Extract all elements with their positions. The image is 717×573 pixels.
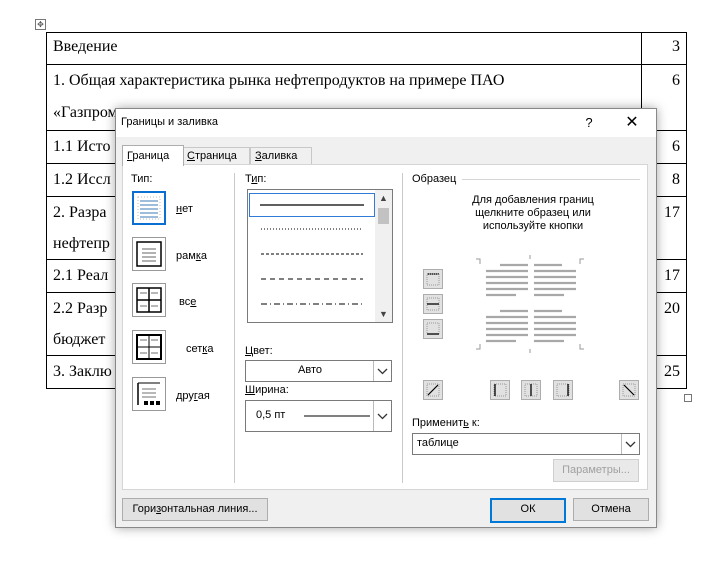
column-divider bbox=[234, 173, 235, 483]
tab-shading-accel: З bbox=[255, 150, 262, 162]
line-style-dash-dot[interactable] bbox=[249, 293, 373, 315]
hl-post: онтальная линия... bbox=[161, 503, 258, 515]
toc-entry-line-1: 1. Общая характеристика рынка нефтепроду… bbox=[53, 72, 505, 89]
width-dropdown[interactable]: 0,5 пт bbox=[245, 400, 392, 432]
ok-button[interactable]: ОК bbox=[490, 498, 566, 523]
border-all-icon[interactable] bbox=[132, 283, 166, 317]
chevron-down-icon[interactable] bbox=[621, 434, 639, 454]
tab-shading-label: аливка bbox=[261, 150, 298, 162]
top-border-icon[interactable] bbox=[423, 269, 443, 289]
border-none-icon[interactable] bbox=[132, 191, 166, 225]
preset-box-label: рамка bbox=[176, 250, 207, 262]
preset-custom-pre: дру bbox=[176, 390, 194, 402]
chevron-down-icon[interactable] bbox=[373, 401, 391, 431]
tab-page-label: траница bbox=[194, 150, 237, 162]
preset-grid-post: а bbox=[207, 343, 214, 355]
tab-border-label: раница bbox=[132, 150, 170, 162]
line-style-dash[interactable] bbox=[249, 268, 373, 290]
dialog-titlebar[interactable]: Границы и заливка ? ✕ bbox=[116, 109, 656, 137]
width-label: Ширина: bbox=[245, 384, 289, 396]
apply-to-pre: Применит bbox=[412, 417, 464, 429]
tab-page-accel: С bbox=[187, 150, 195, 162]
apply-to-value: таблице bbox=[417, 437, 459, 449]
left-border-icon[interactable] bbox=[490, 380, 510, 400]
preset-all-pre: вс bbox=[179, 296, 191, 308]
color-dropdown[interactable]: Авто bbox=[245, 360, 392, 382]
width-label-rest: ирина: bbox=[255, 384, 289, 396]
line-style-scrollbar[interactable]: ▲ ▼ bbox=[375, 190, 392, 322]
preview-hint: Для добавления границ щелкните образец и… bbox=[472, 194, 594, 232]
horizontal-line-button[interactable]: Горизонтальная линия... bbox=[122, 498, 268, 521]
diagonal-down-border-icon[interactable] bbox=[423, 380, 443, 400]
borders-and-shading-dialog: Границы и заливка ? ✕ Граница Страница З… bbox=[115, 108, 657, 528]
hl-pre: Гори bbox=[132, 503, 157, 515]
preset-none-rest: ет bbox=[182, 203, 193, 215]
tab-border[interactable]: Граница bbox=[122, 145, 184, 166]
preview-rule bbox=[462, 179, 640, 180]
inside-vertical-border-icon[interactable] bbox=[521, 380, 541, 400]
tab-shading[interactable]: Заливка bbox=[250, 147, 312, 165]
width-value: 0,5 пт bbox=[256, 409, 286, 421]
inside-horizontal-border-icon[interactable] bbox=[423, 294, 443, 314]
setting-label: Тип: bbox=[131, 173, 153, 185]
line-style-small-dash[interactable] bbox=[249, 243, 373, 265]
scroll-down-icon[interactable]: ▼ bbox=[375, 306, 392, 322]
color-label: Цвет: bbox=[245, 345, 273, 357]
help-button[interactable]: ? bbox=[579, 113, 599, 133]
toc-entry-text: Введение bbox=[46, 32, 642, 65]
style-label-accel: и bbox=[251, 173, 258, 185]
preset-grid-pre: сет bbox=[186, 343, 203, 355]
preset-custom-post: ая bbox=[197, 390, 210, 402]
preset-none-label: нет bbox=[176, 203, 193, 215]
diagonal-up-border-icon[interactable] bbox=[619, 380, 639, 400]
width-label-accel: Ш bbox=[245, 384, 256, 396]
scroll-thumb[interactable] bbox=[378, 208, 389, 224]
border-grid-icon[interactable] bbox=[132, 330, 166, 364]
preset-box-pre: рам bbox=[176, 250, 196, 262]
cancel-button[interactable]: Отмена bbox=[573, 498, 649, 521]
column-divider bbox=[402, 173, 403, 483]
line-style-dotted[interactable] bbox=[249, 218, 373, 240]
preset-grid-label: сетка bbox=[186, 343, 213, 355]
color-label-accel: Ц bbox=[245, 345, 254, 357]
preview-label: Образец bbox=[412, 173, 457, 185]
apply-to-post: к: bbox=[468, 417, 480, 429]
table-resize-handle[interactable] bbox=[684, 394, 692, 402]
close-icon[interactable]: ✕ bbox=[621, 113, 643, 133]
dialog-title: Границы и заливка bbox=[121, 116, 218, 128]
preset-all-label: все bbox=[179, 296, 196, 308]
width-line-preview bbox=[304, 415, 370, 417]
border-box-icon[interactable] bbox=[132, 237, 166, 271]
line-style-solid[interactable] bbox=[249, 193, 375, 217]
line-style-list[interactable]: ▲ ▼ bbox=[247, 189, 393, 323]
right-border-icon[interactable] bbox=[553, 380, 573, 400]
chevron-down-icon[interactable] bbox=[373, 361, 391, 381]
color-label-rest: вет: bbox=[253, 345, 273, 357]
style-label: Тип: bbox=[245, 173, 267, 185]
table-row: Введение 3 bbox=[46, 32, 687, 65]
toc-page-number: 3 bbox=[641, 32, 687, 65]
scroll-up-icon[interactable]: ▲ bbox=[375, 190, 392, 206]
table-move-handle[interactable]: ✥ bbox=[35, 19, 46, 30]
apply-to-label: Применить к: bbox=[412, 417, 480, 429]
preset-custom-label: другая bbox=[176, 390, 210, 402]
border-custom-icon[interactable] bbox=[132, 377, 166, 411]
apply-to-dropdown[interactable]: таблице bbox=[412, 433, 640, 455]
preset-box-post: а bbox=[200, 250, 207, 262]
tab-page[interactable]: Страница bbox=[182, 147, 250, 165]
preset-all-accel: е bbox=[190, 296, 197, 308]
color-value: Авто bbox=[298, 364, 322, 376]
bottom-border-icon[interactable] bbox=[423, 319, 443, 339]
border-preview-diagram[interactable] bbox=[476, 255, 588, 355]
options-button[interactable]: Параметры... bbox=[553, 459, 639, 482]
